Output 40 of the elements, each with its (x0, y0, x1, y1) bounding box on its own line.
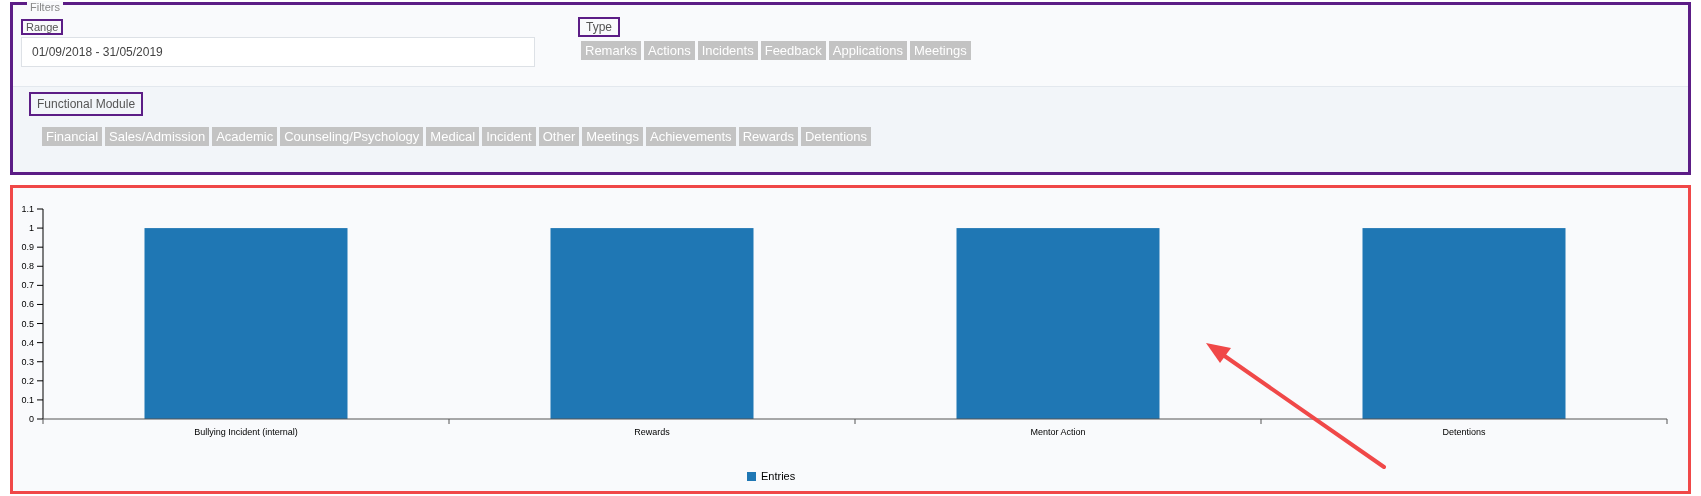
module-tag[interactable]: Financial (42, 127, 103, 146)
module-tag[interactable]: Detentions (800, 127, 872, 146)
module-tag[interactable]: Sales/Admission (105, 127, 210, 146)
filters-legend: Filters (27, 1, 63, 13)
type-tag[interactable]: Applications (828, 41, 907, 60)
date-range-field[interactable]: 01/09/2018 - 31/05/2019 (21, 37, 535, 67)
module-tag[interactable]: Meetings (582, 127, 643, 146)
y-tick-label: 0.2 (21, 375, 34, 386)
category-label: Detentions (1442, 427, 1486, 437)
y-tick-label: 0.4 (21, 337, 34, 348)
category-label: Bullying Incident (internal) (194, 427, 298, 437)
category-label: Rewards (634, 427, 670, 437)
y-tick-label: 0.6 (21, 299, 34, 310)
y-tick-label: 0.7 (21, 280, 34, 291)
module-tag[interactable]: Achievements (645, 127, 736, 146)
type-tag[interactable]: Incidents (697, 41, 758, 60)
y-tick-label: 0 (29, 414, 34, 424)
y-tick-label: 0.3 (21, 356, 34, 367)
y-tick-label: 1 (29, 223, 34, 234)
module-tag[interactable]: Counseling/Psychology (280, 127, 424, 146)
y-tick-label: 0.9 (21, 242, 34, 253)
type-tag[interactable]: Remarks (581, 41, 641, 60)
range-label: Range (21, 19, 64, 35)
module-tag[interactable]: Other (538, 127, 580, 146)
type-label: Type (578, 17, 620, 37)
category-label: Mentor Action (1030, 427, 1086, 437)
type-tag[interactable]: Actions (644, 41, 695, 60)
y-tick-label: 0.8 (21, 261, 34, 272)
module-tag[interactable]: Rewards (738, 127, 798, 146)
type-tag[interactable]: Meetings (909, 41, 971, 60)
legend-label: Entries (761, 470, 796, 482)
module-tag[interactable]: Academic (212, 127, 278, 146)
y-tick-label: 0.5 (21, 318, 34, 329)
legend-swatch (747, 472, 756, 481)
type-tag[interactable]: Feedback (760, 41, 826, 60)
y-tick-label: 0.1 (21, 394, 34, 405)
y-tick-label: 1.1 (21, 204, 34, 214)
module-tag[interactable]: Medical (426, 127, 480, 146)
module-tag[interactable]: Incident (482, 127, 536, 146)
functional-module-label: Functional Module (29, 92, 144, 116)
